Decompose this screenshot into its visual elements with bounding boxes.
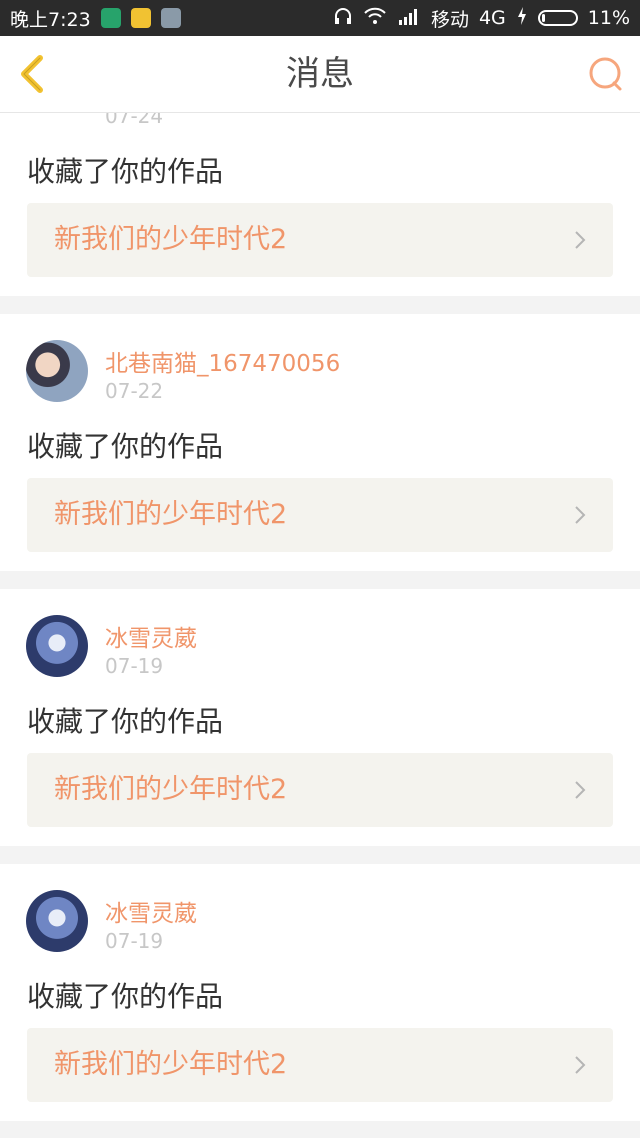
search-button[interactable] [586,54,626,94]
search-icon [589,57,622,91]
user-name[interactable]: 冰雪灵葳 [105,619,197,653]
network-label: 4G [478,7,506,29]
chevron-right-icon [575,1056,586,1074]
chevron-right-icon [575,231,586,249]
work-title: 新我们的少年时代2 [54,499,288,530]
headphones-icon [333,6,353,31]
chevron-right-icon [575,781,586,799]
message-feed[interactable]: 07-24 收藏了你的作品 新我们的少年时代2 北巷南猫_167470056 0… [0,113,640,1138]
notification-date: 07-24 [105,113,164,128]
user-name[interactable]: 冰雪灵葳 [105,894,197,928]
wifi-icon [363,6,387,31]
battery-icon [537,10,578,26]
app-notification-icon [160,8,181,28]
app-notification-icon [100,8,121,28]
chevron-right-icon [575,506,586,524]
notification-card: 07-24 收藏了你的作品 新我们的少年时代2 [0,113,640,296]
page-title: 消息 [286,54,354,94]
work-title: 新我们的少年时代2 [54,774,288,805]
work-link[interactable]: 新我们的少年时代2 [27,1028,613,1102]
app-notification-icon [130,8,151,28]
navigation-bar: 消息 [0,36,640,113]
work-link[interactable]: 新我们的少年时代2 [27,753,613,827]
notification-action: 收藏了你的作品 [27,430,224,463]
battery-level: 11% [587,7,630,29]
notification-card: 北巷南猫_167470056 07-22 收藏了你的作品 新我们的少年时代2 [0,314,640,571]
notification-action: 收藏了你的作品 [27,980,224,1013]
carrier-label: 移动 [430,8,469,31]
status-time: 晚上7:23 [10,8,91,31]
notification-action: 收藏了你的作品 [27,155,224,188]
notification-date: 07-22 [105,379,164,403]
notification-card: 冰雪灵葳 07-19 收藏了你的作品 新我们的少年时代2 [0,864,640,1121]
notification-date: 07-19 [105,929,164,953]
work-title: 新我们的少年时代2 [54,224,288,255]
signal-icon [397,6,421,31]
notification-date: 07-19 [105,654,164,678]
status-bar: 晚上7:23 移动 4G 11% [0,0,640,36]
notification-action: 收藏了你的作品 [27,705,224,738]
work-link[interactable]: 新我们的少年时代2 [27,478,613,552]
charging-icon [516,6,528,31]
user-avatar[interactable] [26,340,88,402]
user-name[interactable]: 北巷南猫_167470056 [105,344,340,378]
work-title: 新我们的少年时代2 [54,1049,288,1080]
user-avatar[interactable] [26,890,88,952]
notification-card: 冰雪灵葳 07-19 收藏了你的作品 新我们的少年时代2 [0,589,640,846]
user-avatar[interactable] [26,615,88,677]
work-link[interactable]: 新我们的少年时代2 [27,203,613,277]
